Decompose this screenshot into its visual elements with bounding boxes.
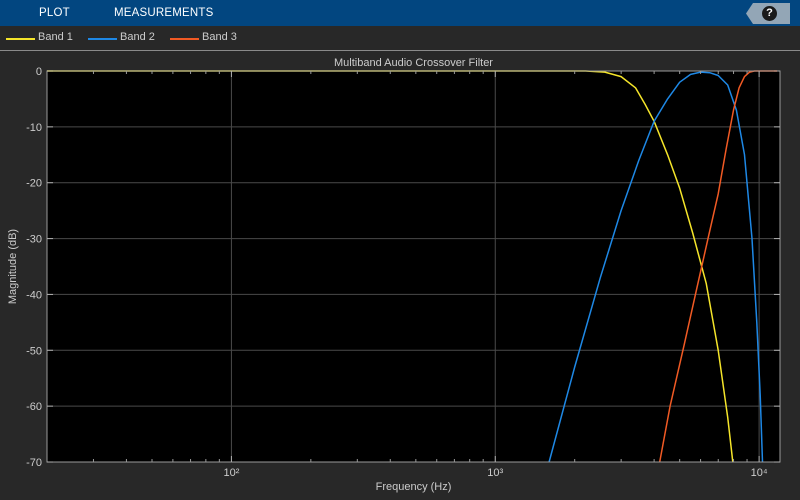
tab-measurements[interactable]: MEASUREMENTS bbox=[114, 0, 214, 26]
legend-item-band-2[interactable]: Band 2 bbox=[88, 26, 158, 50]
y-tick-label: -70 bbox=[26, 457, 42, 469]
legend-item-band-1[interactable]: Band 1 bbox=[6, 26, 76, 50]
legend-swatch-band-1 bbox=[6, 38, 35, 40]
x-tick-label: 10² bbox=[223, 467, 239, 479]
y-tick-label: -40 bbox=[26, 289, 42, 301]
legend-label-band-3: Band 3 bbox=[202, 31, 237, 43]
tab-plot[interactable]: PLOT bbox=[39, 0, 70, 26]
x-tick-label: 10⁴ bbox=[751, 467, 768, 479]
legend: Band 1 Band 2 Band 3 bbox=[0, 26, 800, 51]
legend-item-band-3[interactable]: Band 3 bbox=[170, 26, 240, 50]
y-tick-label: -20 bbox=[26, 178, 42, 190]
help-button[interactable]: ? bbox=[746, 3, 790, 24]
y-tick-label: -10 bbox=[26, 122, 42, 134]
y-tick-label: -60 bbox=[26, 401, 42, 413]
y-tick-label: -50 bbox=[26, 345, 42, 357]
y-axis-label: Magnitude (dB) bbox=[7, 229, 19, 304]
magnitude-response-plot[interactable]: 10² 10³ 10⁴ 0 -10 -20 -30 -40 -50 -60 -70 Multiban… bbox=[0, 51, 800, 500]
legend-swatch-band-2 bbox=[88, 38, 117, 40]
question-circle-icon: ? bbox=[762, 6, 777, 21]
x-tick-label: 10³ bbox=[487, 467, 503, 479]
legend-label-band-1: Band 1 bbox=[38, 31, 73, 43]
legend-swatch-band-3 bbox=[170, 38, 199, 40]
y-tick-label: -30 bbox=[26, 234, 42, 246]
x-axis-label: Frequency (Hz) bbox=[376, 481, 452, 493]
chart-title: Multiband Audio Crossover Filter bbox=[334, 57, 493, 69]
toolstrip: PLOT MEASUREMENTS ? bbox=[0, 0, 800, 26]
legend-label-band-2: Band 2 bbox=[120, 31, 155, 43]
y-tick-label: 0 bbox=[36, 66, 42, 78]
